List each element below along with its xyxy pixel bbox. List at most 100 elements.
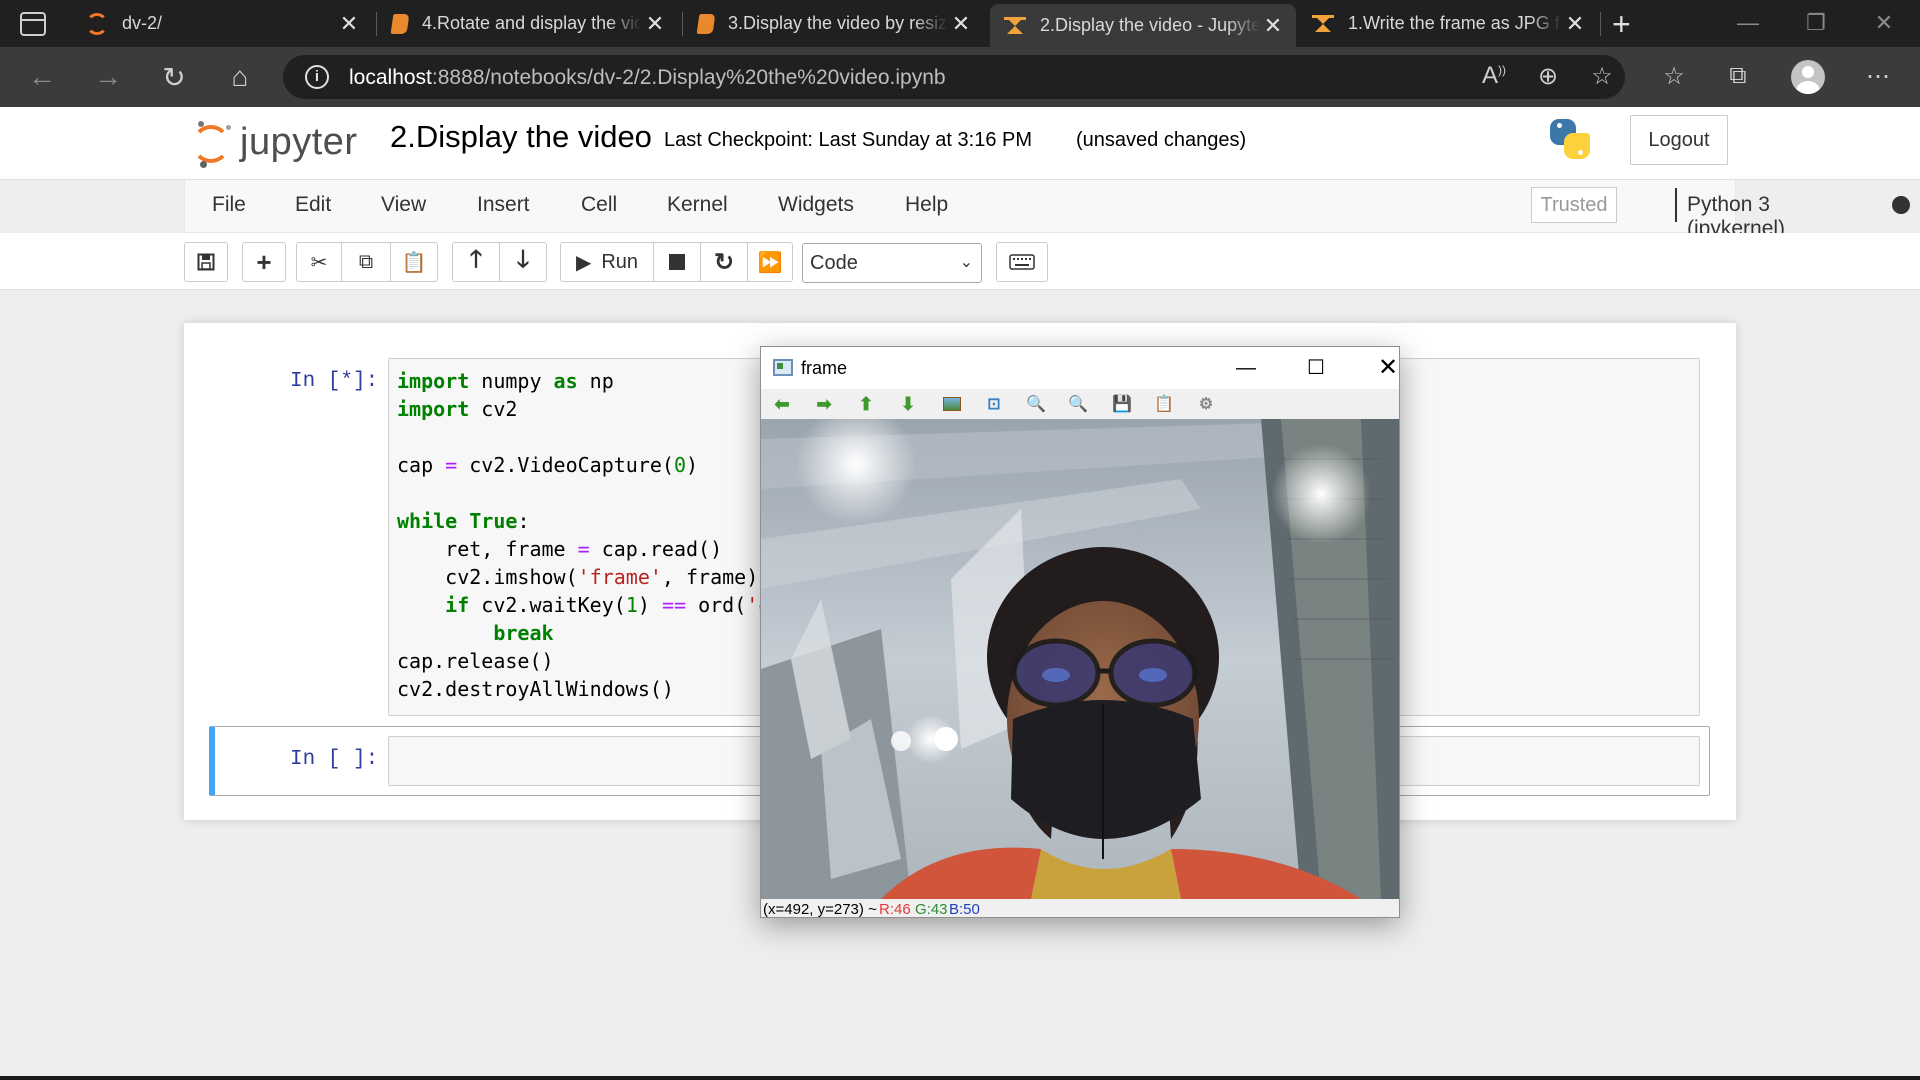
- cell-type-value: Code: [810, 252, 858, 274]
- menu-kernel[interactable]: Kernel: [667, 193, 728, 217]
- menu-widgets[interactable]: Widgets: [778, 193, 854, 217]
- opencv-frame-window[interactable]: frame — ☐ ✕ ⬅ ➡ ⬆ ⬇ ⊡ 🔍 🔍 💾 📋 ⚙ (x=492, …: [760, 346, 1400, 918]
- code-line: cap.release(): [397, 649, 554, 673]
- webcam-frame-image[interactable]: [761, 419, 1399, 899]
- cell-prompt: In [ ]:: [290, 748, 379, 771]
- notebook-icon: [696, 13, 716, 34]
- tab-label: 1.Write the frame as JPG file: [1348, 13, 1562, 33]
- favorites-icon[interactable]: ☆: [1656, 62, 1692, 91]
- code-line: cv2.destroyAllWindows(): [397, 677, 674, 701]
- close-icon[interactable]: ✕: [336, 11, 362, 37]
- menu-insert[interactable]: Insert: [477, 193, 530, 217]
- tab-rotate-video[interactable]: 4.Rotate and display the video ✕: [378, 0, 678, 47]
- minimize-icon[interactable]: —: [1728, 10, 1768, 36]
- close-icon[interactable]: ✕: [642, 11, 668, 37]
- tab-write-frame[interactable]: 1.Write the frame as JPG file ✕: [1298, 0, 1598, 47]
- menubar: File Edit View Insert Cell Kernel Widget…: [184, 180, 1910, 240]
- notebook-title[interactable]: 2.Display the video: [390, 119, 652, 155]
- status-coords: (x=492, y=273) ~: [763, 901, 877, 917]
- pan-right-icon[interactable]: ➡: [813, 393, 835, 415]
- save-image-icon[interactable]: 💾: [1111, 393, 1133, 415]
- close-icon[interactable]: ✕: [1365, 353, 1411, 383]
- trusted-indicator[interactable]: Trusted: [1531, 187, 1617, 223]
- cell-type-select[interactable]: Code ⌄: [802, 243, 982, 283]
- menu-edit[interactable]: Edit: [295, 193, 331, 217]
- refresh-icon[interactable]: ↻: [156, 61, 192, 94]
- window-status-bar: (x=492, y=273) ~ R:46 G:43 B:50: [761, 899, 1399, 917]
- unsaved-status: (unsaved changes): [1076, 129, 1247, 151]
- zoom-out-icon[interactable]: 🔍: [1067, 393, 1089, 415]
- collections-icon[interactable]: ⧉: [1720, 62, 1756, 90]
- hourglass-icon: [1312, 12, 1334, 35]
- zoom-icon[interactable]: ⊕: [1530, 62, 1566, 91]
- play-icon: ▶: [575, 251, 592, 274]
- menu-help[interactable]: Help: [905, 193, 948, 217]
- tab-dv2[interactable]: dv-2/ ✕: [72, 0, 372, 47]
- code-line: while True:: [397, 509, 530, 533]
- tab-actions-icon[interactable]: [20, 12, 46, 36]
- paste-icon[interactable]: 📋: [390, 242, 438, 282]
- restart-icon[interactable]: ↻: [700, 242, 748, 282]
- menu-view[interactable]: View: [381, 193, 426, 217]
- tab-label: 2.Display the video - Jupyter: [1040, 15, 1260, 35]
- tab-label: dv-2/: [122, 13, 163, 33]
- chevron-down-icon: ⌄: [959, 254, 973, 271]
- status-blue: B:50: [949, 901, 980, 917]
- menu-cell[interactable]: Cell: [581, 193, 617, 217]
- copy-clipboard-icon[interactable]: 📋: [1153, 393, 1175, 415]
- close-icon[interactable]: ✕: [1260, 13, 1286, 39]
- new-tab-icon[interactable]: +: [1612, 6, 1631, 43]
- window-title: frame: [801, 358, 848, 378]
- tab-resize-video[interactable]: 3.Display the video by resizing ✕: [684, 0, 984, 47]
- pan-down-icon[interactable]: ⬇: [897, 393, 919, 415]
- interrupt-icon[interactable]: [653, 242, 701, 282]
- restart-run-all-icon[interactable]: ⏩: [747, 242, 793, 282]
- code-line: if cv2.waitKey(1) == ord('q'):: [445, 593, 806, 617]
- url-field[interactable]: i localhost:8888/notebooks/dv-2/2.Displa…: [283, 55, 1625, 99]
- copy-icon[interactable]: ⧉: [341, 242, 391, 282]
- home-icon[interactable]: ⌂: [222, 61, 258, 93]
- keyboard-icon[interactable]: [996, 242, 1048, 282]
- hourglass-icon: [1004, 14, 1026, 37]
- read-aloud-icon[interactable]: A)): [1476, 62, 1512, 90]
- logout-button[interactable]: Logout: [1630, 115, 1728, 165]
- back-icon[interactable]: ←: [24, 61, 60, 93]
- url-text: localhost:8888/notebooks/dv-2/2.Display%…: [349, 66, 946, 89]
- zoom-fit-icon[interactable]: [941, 393, 963, 415]
- kernel-busy-indicator: [1892, 196, 1910, 214]
- minimize-icon[interactable]: —: [1223, 353, 1269, 383]
- cut-icon[interactable]: ✂: [296, 242, 342, 282]
- zoom-actual-icon[interactable]: ⊡: [983, 393, 1005, 415]
- restore-icon[interactable]: ❐: [1796, 10, 1836, 36]
- jupyter-header: jupyter 2.Display the video Last Checkpo…: [0, 107, 1920, 180]
- window-title-bar[interactable]: frame — ☐ ✕: [761, 347, 1399, 389]
- pan-left-icon[interactable]: ⬅: [771, 393, 793, 415]
- insert-cell-icon[interactable]: +: [242, 242, 286, 282]
- properties-icon[interactable]: ⚙: [1195, 393, 1217, 415]
- run-button[interactable]: ▶ Run: [560, 242, 654, 282]
- zoom-in-icon[interactable]: 🔍: [1025, 393, 1047, 415]
- profile-avatar[interactable]: [1791, 60, 1825, 94]
- python-logo-icon: [1548, 117, 1592, 161]
- more-menu-icon[interactable]: ⋯: [1860, 62, 1896, 91]
- menu-file[interactable]: File: [212, 193, 246, 217]
- jupyter-logo[interactable]: jupyter: [190, 115, 370, 171]
- close-window-icon[interactable]: ✕: [1864, 10, 1904, 36]
- code-line: break: [493, 621, 554, 645]
- close-icon[interactable]: ✕: [948, 11, 974, 37]
- move-down-icon[interactable]: 🡓: [499, 242, 547, 282]
- save-icon[interactable]: [184, 242, 228, 282]
- maximize-icon[interactable]: ☐: [1293, 353, 1339, 383]
- notebook-icon: [390, 13, 410, 34]
- browser-tab-bar: dv-2/ ✕ 4.Rotate and display the video ✕…: [0, 0, 1920, 47]
- tab-display-video[interactable]: 2.Display the video - Jupyter ✕: [990, 4, 1296, 47]
- move-up-icon[interactable]: 🡑: [452, 242, 500, 282]
- forward-icon[interactable]: →: [90, 61, 126, 93]
- close-icon[interactable]: ✕: [1562, 11, 1588, 37]
- add-favorite-icon[interactable]: ☆: [1584, 62, 1620, 91]
- code-text: import numpy as np import cv2 cap = cv2.V…: [397, 367, 806, 703]
- code-line: cv2.imshow('frame', frame): [397, 565, 759, 589]
- pan-up-icon[interactable]: ⬆: [855, 393, 877, 415]
- info-icon[interactable]: i: [305, 65, 329, 89]
